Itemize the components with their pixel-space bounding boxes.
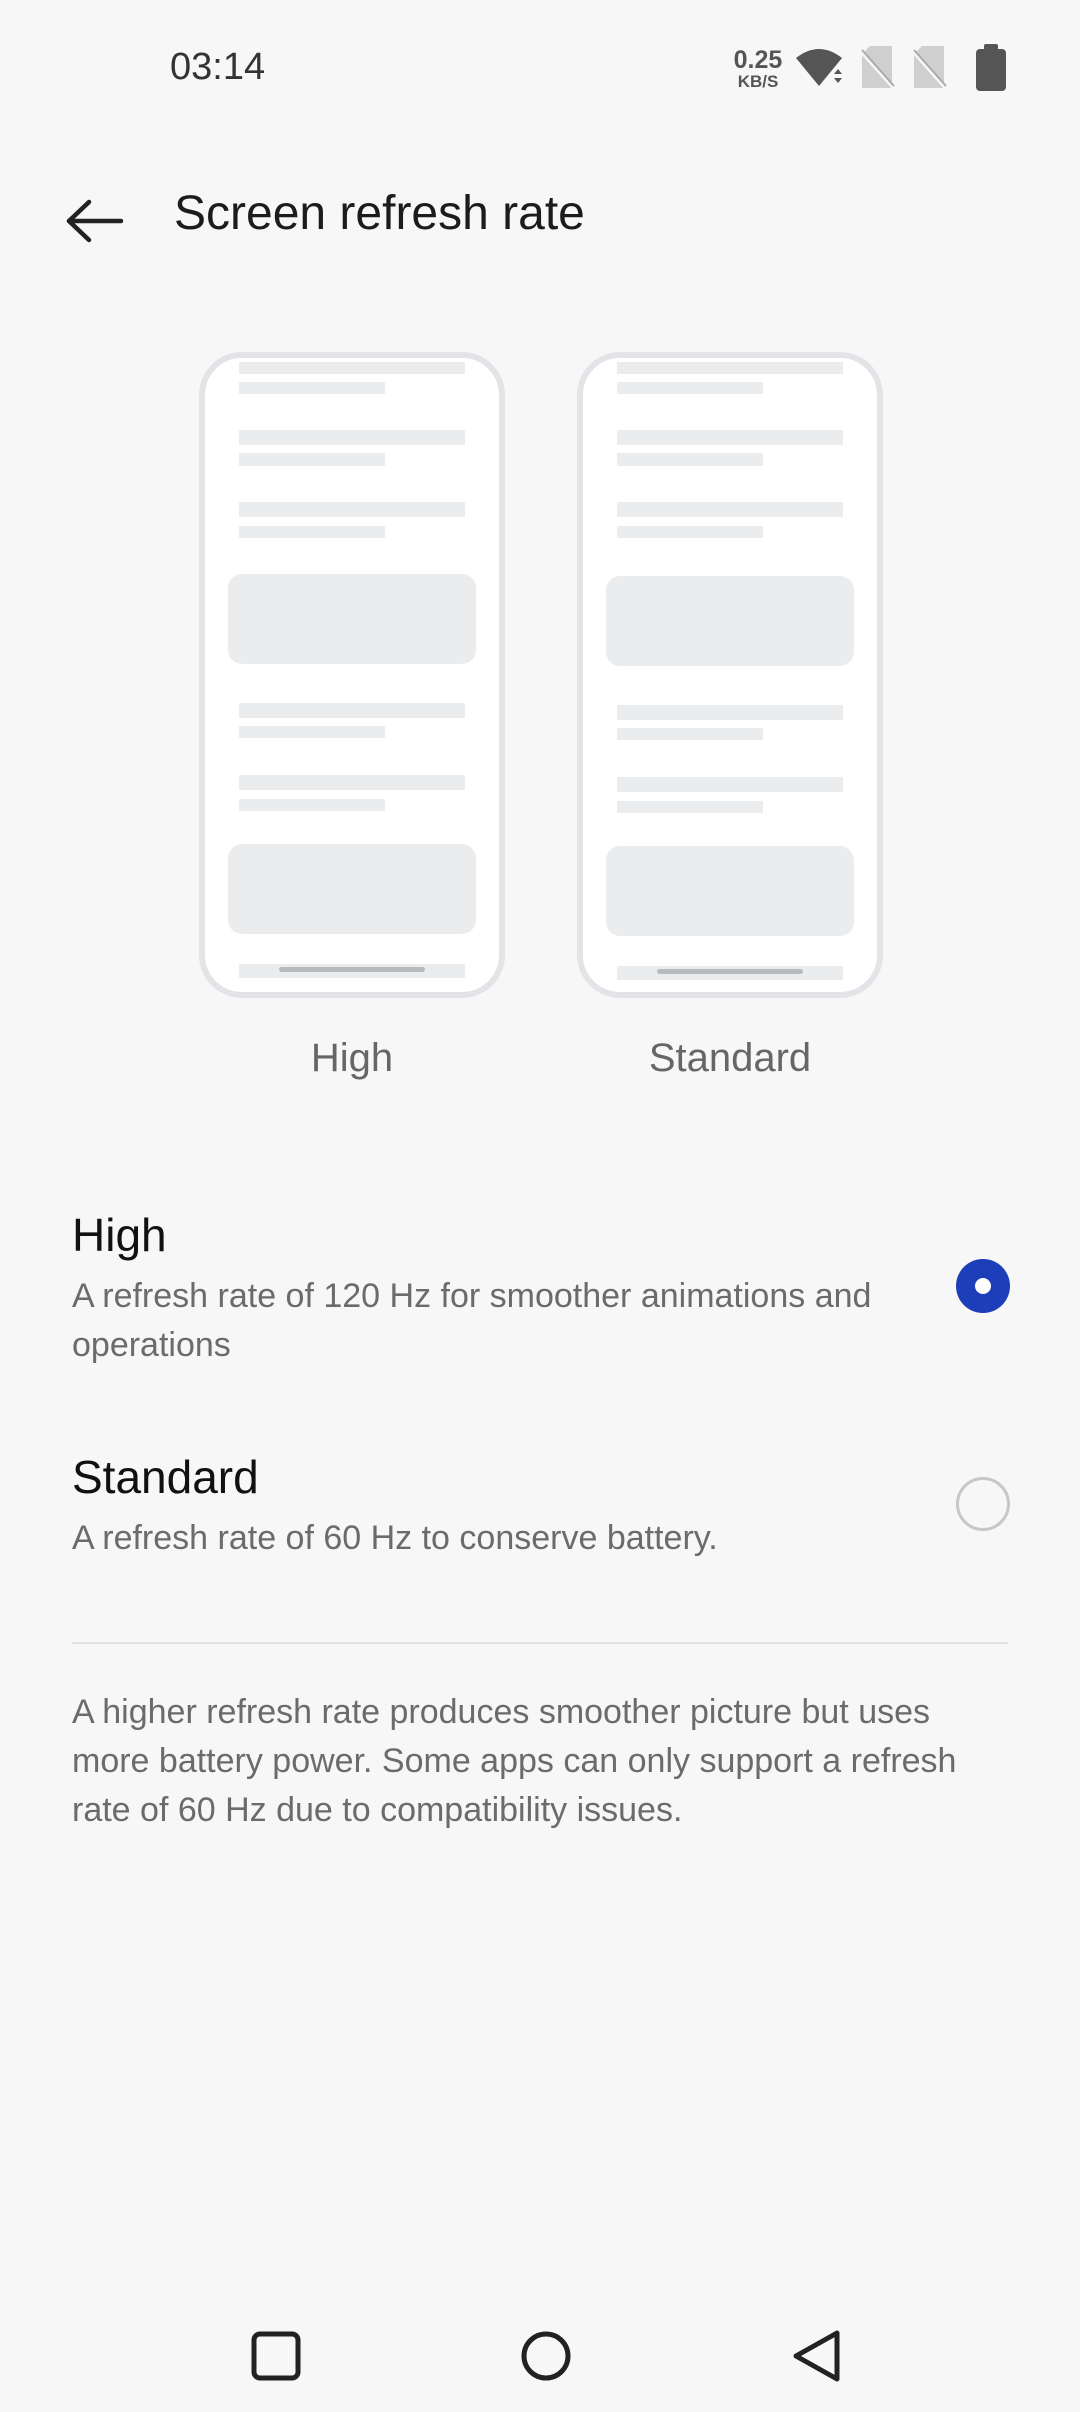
status-bar: 03:14 0.25 KB/S (0, 0, 1080, 140)
option-standard-title: Standard (72, 1451, 259, 1503)
recents-button[interactable] (236, 2318, 316, 2398)
network-speed-value: 0.25 (733, 46, 783, 74)
preview-label-high: High (310, 1036, 394, 1080)
arrow-left-icon (65, 199, 125, 248)
option-standard[interactable]: Standard A refresh rate of 60 Hz to cons… (0, 1432, 1080, 1582)
radio-standard-unselected[interactable] (956, 1477, 1010, 1531)
page-title: Screen refresh rate (174, 187, 585, 240)
network-speed-unit: KB/S (737, 72, 779, 91)
network-speed: 0.25 KB/S (730, 46, 786, 91)
option-standard-description: A refresh rate of 60 Hz to conserve batt… (72, 1519, 718, 1557)
radio-dot (975, 1278, 991, 1294)
option-high-description: A refresh rate of 120 Hz for smoother an… (72, 1277, 872, 1364)
status-time: 03:14 (170, 46, 266, 88)
nav-back-button[interactable] (776, 2318, 856, 2398)
preview-standard-illustration[interactable] (577, 352, 883, 998)
divider (72, 1642, 1008, 1644)
option-high-title: High (72, 1209, 167, 1261)
no-sim-icon (858, 44, 896, 95)
app-bar: Screen refresh rate (0, 160, 1080, 270)
footer-note: A higher refresh rate produces smoother … (72, 1693, 957, 1829)
system-nav-bar (0, 2300, 1080, 2412)
no-sim-icon (910, 44, 948, 95)
home-button[interactable] (506, 2318, 586, 2398)
preview-high-illustration[interactable] (199, 352, 505, 998)
option-high[interactable]: High A refresh rate of 120 Hz for smooth… (0, 1190, 1080, 1390)
radio-high-selected[interactable] (956, 1259, 1010, 1313)
preview-label-standard: Standard (648, 1036, 812, 1080)
battery-icon (974, 44, 1008, 97)
home-circle-icon (519, 2329, 573, 2388)
back-button[interactable] (60, 188, 130, 258)
wifi-icon (794, 44, 844, 95)
back-triangle-icon (789, 2328, 843, 2389)
recents-square-icon (250, 2330, 302, 2387)
